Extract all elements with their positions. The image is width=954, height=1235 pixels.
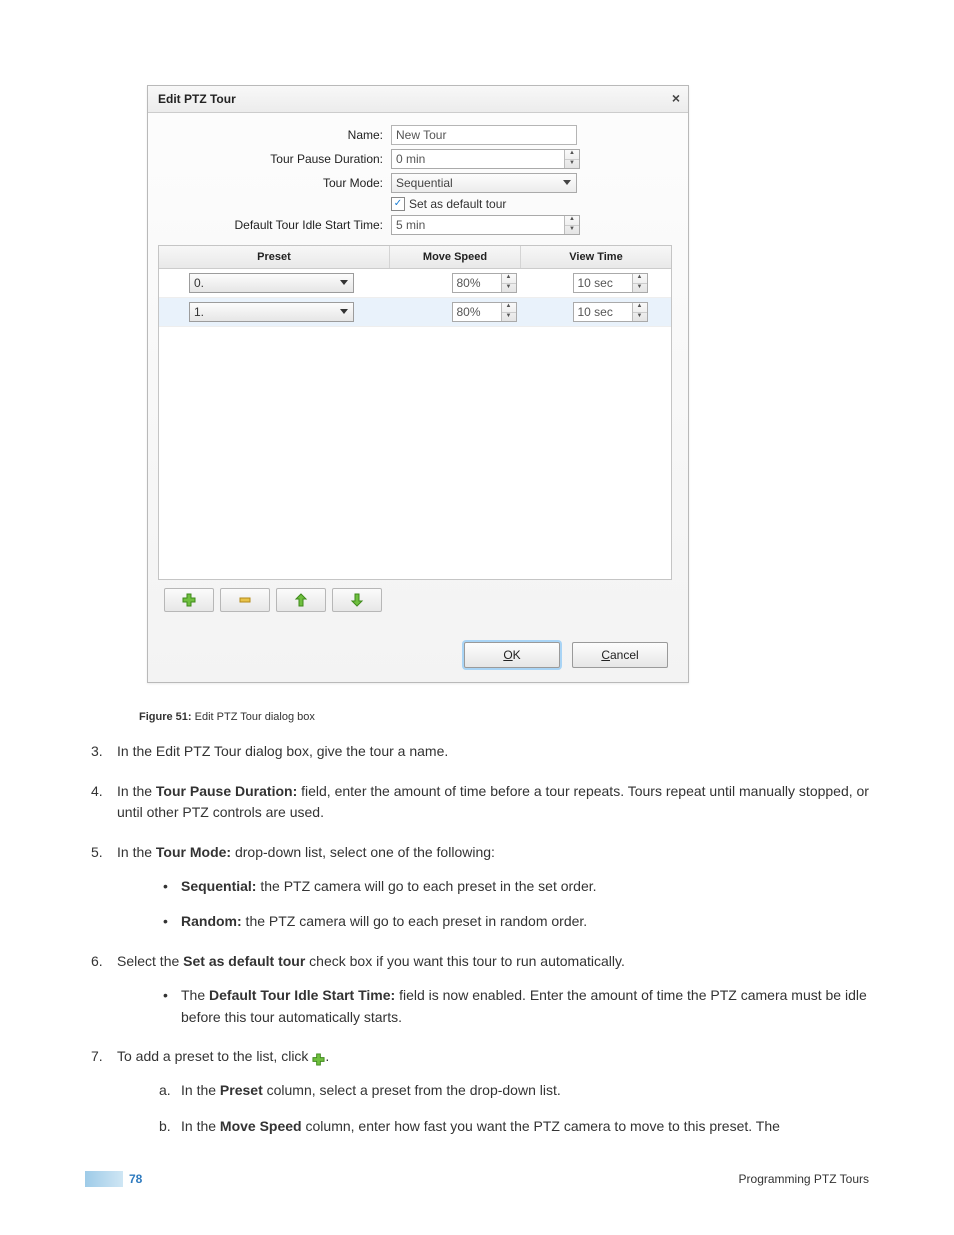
dialog-title: Edit PTZ Tour	[158, 92, 236, 106]
chevron-down-icon[interactable]: ▼	[502, 313, 516, 322]
step-7a: In the Preset column, select a preset fr…	[181, 1080, 869, 1102]
bullet-default-idle: The Default Tour Idle Start Time: field …	[181, 985, 869, 1028]
plus-icon	[312, 1053, 325, 1066]
time-value[interactable]	[574, 274, 632, 292]
chevron-up-icon[interactable]: ▲	[565, 150, 579, 160]
close-icon[interactable]: ×	[672, 90, 680, 106]
remove-button[interactable]	[220, 588, 270, 612]
cancel-button[interactable]: Cancel	[572, 642, 668, 668]
table-row: 1. ▲▼	[159, 298, 671, 327]
col-header-preset: Preset	[159, 246, 390, 268]
mode-value: Sequential	[396, 176, 453, 190]
col-header-speed: Move Speed	[390, 246, 521, 268]
speed-spinner[interactable]: ▲▼	[452, 302, 517, 322]
default-tour-label: Set as default tour	[409, 197, 506, 211]
edit-ptz-tour-dialog: Edit PTZ Tour × Name: Tour Pause Duratio…	[147, 85, 689, 683]
idle-label: Default Tour Idle Start Time:	[158, 218, 391, 232]
idle-value[interactable]	[392, 216, 564, 234]
time-value[interactable]	[574, 303, 632, 321]
step-7: To add a preset to the list, click . In …	[85, 1046, 869, 1137]
dialog-titlebar: Edit PTZ Tour ×	[148, 86, 688, 113]
speed-value[interactable]	[453, 274, 501, 292]
spinner-buttons[interactable]: ▲▼	[564, 216, 579, 234]
page-number: 78	[129, 1172, 142, 1186]
step-4: In the Tour Pause Duration: field, enter…	[85, 781, 869, 824]
spinner-buttons[interactable]: ▲▼	[564, 150, 579, 168]
chevron-up-icon[interactable]: ▲	[633, 303, 647, 313]
plus-icon	[182, 593, 196, 607]
chevron-up-icon[interactable]: ▲	[502, 274, 516, 284]
chevron-down-icon[interactable]: ▼	[633, 313, 647, 322]
figure-caption: Figure 51: Edit PTZ Tour dialog box	[139, 711, 869, 723]
time-spinner[interactable]: ▲▼	[573, 273, 648, 293]
preset-value: 0.	[194, 276, 204, 290]
bullet-random: Random: the PTZ camera will go to each p…	[181, 911, 869, 933]
name-label: Name:	[158, 128, 391, 142]
move-down-button[interactable]	[332, 588, 382, 612]
table-row: 0. ▲▼	[159, 269, 671, 298]
footer-badge	[85, 1171, 123, 1187]
chevron-down-icon[interactable]: ▼	[565, 226, 579, 235]
step-7b: In the Move Speed column, enter how fast…	[181, 1116, 869, 1138]
footer-section: Programming PTZ Tours	[739, 1172, 869, 1186]
chevron-down-icon	[340, 280, 348, 285]
pause-spinner[interactable]: ▲▼	[391, 149, 580, 169]
chevron-up-icon[interactable]: ▲	[633, 274, 647, 284]
arrow-down-icon	[350, 593, 364, 607]
preset-combo[interactable]: 1.	[189, 302, 354, 322]
arrow-up-icon	[294, 593, 308, 607]
chevron-up-icon[interactable]: ▲	[502, 303, 516, 313]
move-up-button[interactable]	[276, 588, 326, 612]
chevron-up-icon[interactable]: ▲	[565, 216, 579, 226]
minus-icon	[238, 593, 252, 607]
chevron-down-icon	[340, 309, 348, 314]
speed-value[interactable]	[453, 303, 501, 321]
time-spinner[interactable]: ▲▼	[573, 302, 648, 322]
caption-text: Edit PTZ Tour dialog box	[192, 711, 315, 723]
step-5: In the Tour Mode: drop-down list, select…	[85, 842, 869, 933]
page-footer: 78 Programming PTZ Tours	[85, 1171, 869, 1187]
chevron-down-icon[interactable]: ▼	[565, 160, 579, 169]
pause-value[interactable]	[392, 150, 564, 168]
name-input[interactable]	[391, 125, 577, 145]
idle-spinner[interactable]: ▲▼	[391, 215, 580, 235]
mode-label: Tour Mode:	[158, 176, 391, 190]
speed-spinner[interactable]: ▲▼	[452, 273, 517, 293]
chevron-down-icon	[563, 180, 571, 185]
mode-combo[interactable]: Sequential	[391, 173, 577, 193]
dialog-body: Name: Tour Pause Duration: ▲▼ Tour Mode:	[148, 113, 688, 630]
instruction-list: In the Edit PTZ Tour dialog box, give th…	[85, 741, 869, 1137]
default-tour-checkbox[interactable]: ✓	[391, 197, 405, 211]
chevron-down-icon[interactable]: ▼	[502, 284, 516, 293]
pause-label: Tour Pause Duration:	[158, 152, 391, 166]
preset-combo[interactable]: 0.	[189, 273, 354, 293]
col-header-time: View Time	[521, 246, 671, 268]
add-button[interactable]	[164, 588, 214, 612]
preset-value: 1.	[194, 305, 204, 319]
caption-prefix: Figure 51:	[139, 711, 192, 723]
preset-grid: Preset Move Speed View Time 0.	[158, 245, 672, 580]
chevron-down-icon[interactable]: ▼	[633, 284, 647, 293]
bullet-sequential: Sequential: the PTZ camera will go to ea…	[181, 876, 869, 898]
step-6: Select the Set as default tour check box…	[85, 951, 869, 1028]
ok-button[interactable]: OK	[464, 642, 560, 668]
step-3: In the Edit PTZ Tour dialog box, give th…	[85, 741, 869, 763]
